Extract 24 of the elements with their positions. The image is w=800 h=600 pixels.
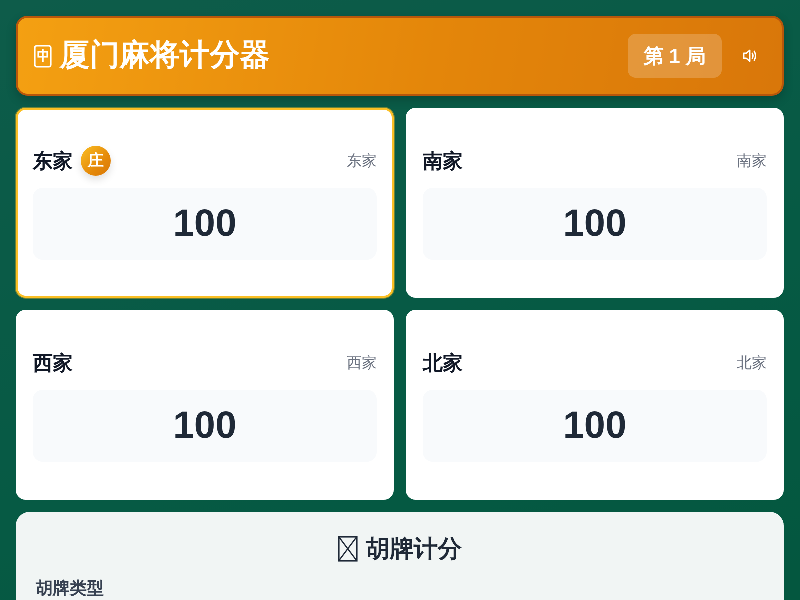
seat-label: 西家 <box>347 354 377 372</box>
player-card[interactable]: 西家 西家 100 <box>16 310 394 500</box>
player-card[interactable]: 南家 南家 100 <box>406 108 784 298</box>
score-display: 100 <box>423 188 767 260</box>
seat-label: 南家 <box>737 152 767 170</box>
dealer-badge: 庄 <box>81 146 111 176</box>
round-badge: 第 1 局 <box>628 34 722 78</box>
panel-title: 胡牌计分 <box>366 535 462 565</box>
seat-label: 北家 <box>737 354 767 372</box>
player-name: 北家 <box>423 352 463 376</box>
crossed-box-icon <box>338 536 358 562</box>
field-label: 胡牌类型 <box>36 580 104 598</box>
score-display: 100 <box>33 188 377 260</box>
player-name: 东家 <box>33 150 73 174</box>
seat-label: 东家 <box>347 152 377 170</box>
score-display: 100 <box>423 390 767 462</box>
player-name: 西家 <box>33 352 73 376</box>
speaker-icon <box>742 48 758 64</box>
player-name: 南家 <box>423 150 463 174</box>
player-card[interactable]: 东家 庄 东家 100 <box>16 108 394 298</box>
app-title: 厦门麻将计分器 <box>60 38 270 74</box>
score-display: 100 <box>33 390 377 462</box>
mahjong-tile-icon <box>34 44 52 68</box>
player-card[interactable]: 北家 北家 100 <box>406 310 784 500</box>
